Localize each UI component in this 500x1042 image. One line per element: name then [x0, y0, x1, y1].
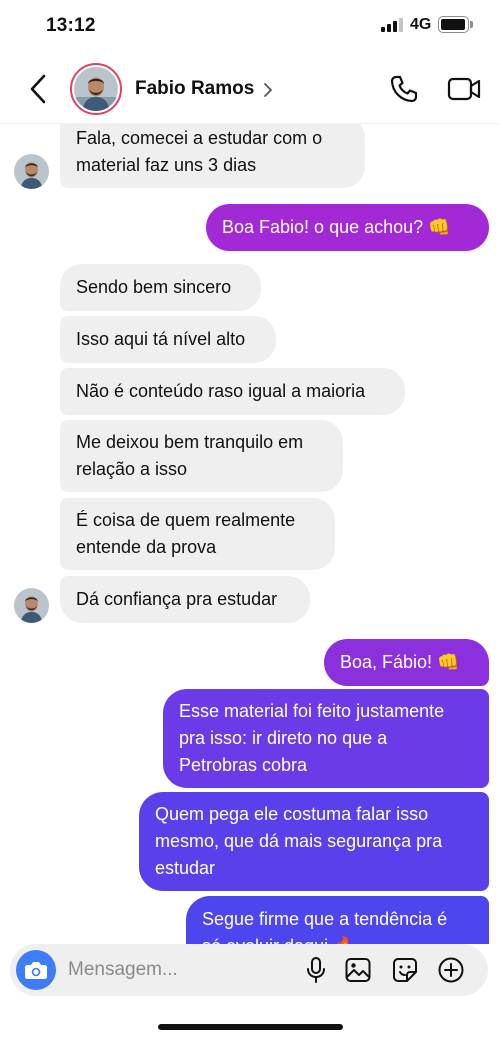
status-time: 13:12	[46, 15, 96, 36]
message-text: Sendo bem sincero	[76, 277, 232, 297]
message-bubble-outgoing[interactable]: Boa, Fábio! 👊	[324, 639, 489, 686]
avatar	[74, 67, 118, 111]
message-text: Não é conteúdo raso igual a maioria	[76, 381, 366, 401]
message-text: Petrobras cobra	[179, 755, 308, 775]
message-text: Fala, comecei a estudar com o	[76, 128, 323, 148]
message-bubble-incoming[interactable]: Sendo bem sincero	[60, 264, 261, 311]
microphone-icon	[307, 957, 325, 983]
signal-icon	[381, 18, 403, 32]
video-camera-icon	[447, 77, 481, 101]
message-text: pra isso: ir direto no que a	[179, 728, 388, 748]
message-text: Me deixou bem tranquilo em	[76, 432, 304, 452]
video-call-button[interactable]	[446, 74, 482, 104]
phone-icon	[390, 75, 418, 103]
message-text: Isso aqui tá nível alto	[76, 329, 246, 349]
gallery-button[interactable]	[344, 956, 372, 984]
message-list[interactable]: Fala, comecei a estudar com o material f…	[0, 124, 500, 944]
message-text: mesmo, que dá mais segurança pra	[155, 831, 443, 851]
message-text: material faz uns 3 dias	[76, 155, 257, 175]
contact-name[interactable]: Fabio Ramos	[135, 78, 254, 100]
message-text: estudar	[155, 858, 216, 878]
battery-cap	[470, 21, 473, 28]
battery-icon	[438, 16, 469, 33]
message-bubble-incoming[interactable]: Me deixou bem tranquilo em relação a iss…	[60, 420, 343, 492]
message-text: relação a isso	[76, 459, 188, 479]
voice-call-button[interactable]	[388, 73, 420, 105]
message-text: entende da prova	[76, 537, 217, 557]
back-arrow-icon	[30, 74, 46, 104]
chat-header: Fabio Ramos	[0, 54, 500, 124]
message-bubble-incoming[interactable]: Não é conteúdo raso igual a maioria	[60, 368, 405, 415]
sender-avatar[interactable]	[14, 588, 49, 623]
message-input[interactable]	[68, 952, 288, 988]
camera-icon	[25, 962, 47, 979]
message-text: Boa, Fábio! 👊	[340, 652, 460, 672]
message-text: É coisa de quem realmente	[76, 510, 296, 530]
message-bubble-incoming[interactable]: Isso aqui tá nível alto	[60, 316, 276, 363]
chevron-right-icon[interactable]	[262, 80, 274, 100]
message-bubble-incoming[interactable]: Fala, comecei a estudar com o material f…	[60, 124, 365, 188]
message-bubble-outgoing[interactable]: Esse material foi feito justamente pra i…	[163, 689, 489, 788]
message-text: Boa Fabio! o que achou? 👊	[222, 217, 451, 237]
gallery-icon	[345, 958, 371, 982]
message-bubble-outgoing[interactable]: Boa Fabio! o que achou? 👊	[206, 204, 489, 251]
add-button[interactable]	[437, 956, 465, 984]
add-icon	[438, 957, 464, 983]
status-bar: 13:12 4G	[0, 0, 500, 54]
battery-fill	[441, 19, 465, 30]
message-bubble-incoming[interactable]: Dá confiança pra estudar	[60, 576, 310, 623]
home-indicator[interactable]	[158, 1024, 343, 1030]
sticker-button[interactable]	[391, 956, 419, 984]
sticker-icon	[393, 958, 417, 982]
message-text: Quem pega ele costuma falar isso	[155, 804, 429, 824]
message-bubble-outgoing[interactable]: Segue firme que a tendência é só evoluir…	[186, 896, 489, 944]
message-text: Esse material foi feito justamente	[179, 701, 445, 721]
microphone-button[interactable]	[302, 956, 330, 984]
contact-avatar[interactable]	[70, 63, 122, 115]
sender-avatar[interactable]	[14, 154, 49, 189]
message-text: só evoluir daqui 🔥	[202, 933, 447, 944]
back-button[interactable]	[24, 72, 54, 106]
message-bubble-incoming[interactable]: É coisa de quem realmente entende da pro…	[60, 498, 335, 570]
message-bubble-outgoing[interactable]: Quem pega ele costuma falar isso mesmo, …	[139, 792, 489, 891]
message-composer	[10, 944, 488, 996]
message-text: Segue firme que a tendência é	[202, 909, 448, 929]
network-label: 4G	[410, 16, 432, 33]
message-text: Dá confiança pra estudar	[76, 589, 278, 609]
camera-button[interactable]	[16, 950, 56, 990]
